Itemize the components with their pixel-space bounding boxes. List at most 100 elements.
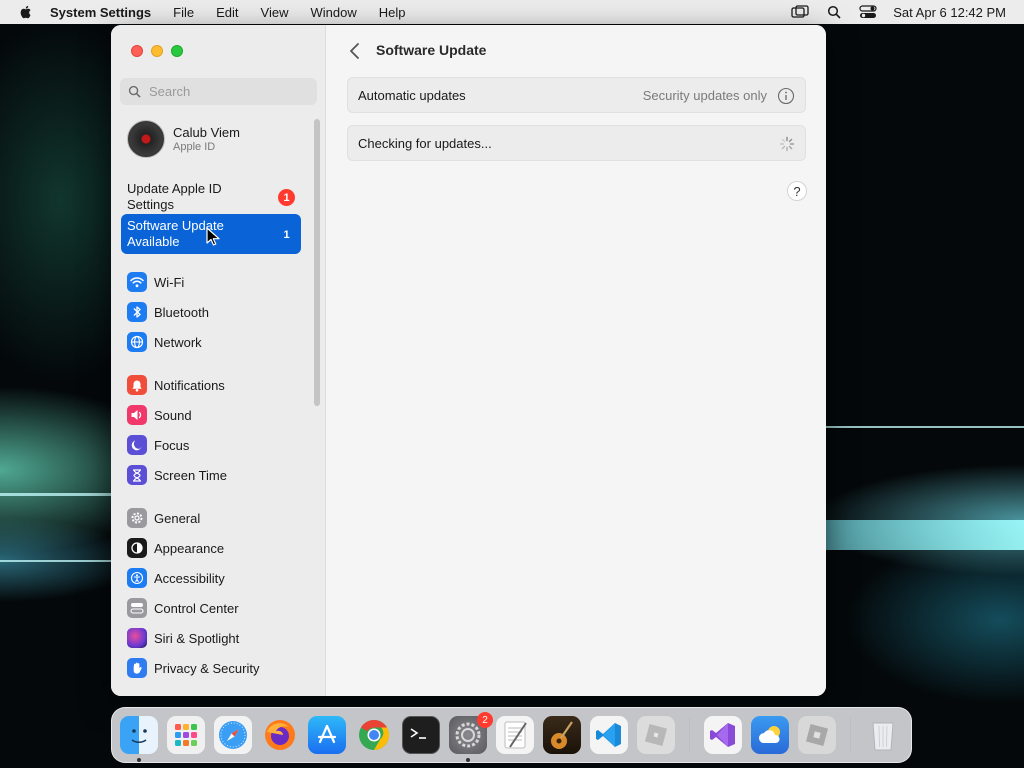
sidebar: Search Calub Viem Apple ID Update Apple … [111,25,326,696]
app-store-icon[interactable] [308,716,346,754]
control-center-icon [127,598,147,618]
menu-bar-clock[interactable]: Sat Apr 6 12:42 PM [893,5,1006,20]
visual-studio-icon[interactable] [704,716,742,754]
menu-app-name[interactable]: System Settings [50,5,151,20]
sidebar-item-label: Sound [154,407,192,423]
notification-badge: 1 [283,228,290,241]
page-title: Software Update [376,42,487,58]
spotlight-search-icon[interactable] [825,4,843,20]
sidebar-item-label: Control Center [154,600,239,616]
script-editor-icon[interactable] [496,716,534,754]
bluetooth-icon [127,302,147,322]
sidebar-item-privacy-security[interactable]: Privacy & Security [127,656,259,680]
notice-label: Software Update Available [127,218,224,249]
globe-icon [127,332,147,352]
sidebar-item-label: Appearance [154,540,225,556]
sidebar-item-label: Network [154,334,202,350]
accessibility-icon [127,568,147,588]
weather-icon[interactable] [751,716,789,754]
help-button[interactable]: ? [787,181,807,201]
notice-label: Update Apple ID Settings [127,181,222,212]
account-name: Calub Viem [173,125,240,140]
menu-edit[interactable]: Edit [216,5,238,20]
notification-badge: 1 [278,189,295,206]
automatic-updates-label: Automatic updates [358,87,466,103]
guitar-icon[interactable] [543,716,581,754]
wallpaper-streak [826,520,1024,550]
sidebar-item-label: Bluetooth [154,304,209,320]
dock-separator [689,718,690,752]
sidebar-scrollbar[interactable] [314,119,320,406]
launchpad-icon[interactable] [167,716,205,754]
wallpaper-streak [826,426,1024,428]
sidebar-item-wifi[interactable]: Wi-Fi [127,270,184,294]
sidebar-item-label: General [154,510,201,526]
dock: 2 [111,707,912,763]
dock-badge: 2 [477,712,493,728]
menu-file[interactable]: File [173,5,194,20]
apple-id-account[interactable]: Calub Viem Apple ID [127,120,240,158]
sidebar-item-label: Privacy & Security [154,660,260,676]
account-subtitle: Apple ID [173,141,216,153]
hourglass-icon [127,465,147,485]
sidebar-item-label: Accessibility [154,570,225,586]
sidebar-item-control-center[interactable]: Control Center [127,596,239,620]
hand-icon [127,658,147,678]
sidebar-item-label: Siri & Spotlight [154,630,240,646]
avatar [127,120,165,158]
automatic-updates-row[interactable]: Automatic updates Security updates only [347,77,806,113]
sidebar-search-field[interactable]: Search [120,78,317,105]
sidebar-item-label: Wi-Fi [154,274,185,290]
search-placeholder: Search [149,84,191,99]
checking-status-label: Checking for updates... [358,135,492,151]
close-window-button[interactable] [131,45,143,57]
info-icon[interactable] [777,87,795,105]
sidebar-item-accessibility[interactable]: Accessibility [127,566,225,590]
sidebar-item-network[interactable]: Network [127,330,202,354]
trash-icon[interactable] [864,716,902,754]
roblox-icon[interactable] [637,716,675,754]
menu-bar: System Settings File Edit View Window He… [0,0,1024,24]
sidebar-item-update-apple-id-settings[interactable]: Update Apple ID Settings 1 [121,177,301,217]
menu-help[interactable]: Help [379,5,406,20]
firefox-icon[interactable] [261,716,299,754]
sidebar-item-focus[interactable]: Focus [127,433,189,457]
main-content: Software Update Automatic updates Securi… [327,25,826,696]
zoom-window-button[interactable] [171,45,183,57]
chrome-icon[interactable] [355,716,393,754]
automatic-updates-value: Security updates only [642,87,767,103]
control-center-icon[interactable] [859,4,877,20]
sidebar-item-label: Focus [154,437,190,453]
safari-icon[interactable] [214,716,252,754]
search-icon [128,85,141,98]
minimize-window-button[interactable] [151,45,163,57]
sidebar-item-screen-time[interactable]: Screen Time [127,463,227,487]
mouse-pointer-icon [206,227,220,246]
sidebar-item-bluetooth[interactable]: Bluetooth [127,300,209,324]
roblox-studio-icon[interactable] [798,716,836,754]
bell-icon [127,375,147,395]
terminal-icon[interactable] [402,716,440,754]
appearance-icon [127,538,147,558]
apple-logo-icon[interactable] [18,4,34,20]
sidebar-item-siri-spotlight[interactable]: Siri & Spotlight [127,626,239,650]
sidebar-item-general[interactable]: General [127,506,200,530]
back-chevron-icon[interactable] [347,41,363,61]
gear-icon [127,508,147,528]
menu-view[interactable]: View [261,5,289,20]
moon-icon [127,435,147,455]
sidebar-item-sound[interactable]: Sound [127,403,192,427]
finder-icon[interactable] [120,716,158,754]
menu-window[interactable]: Window [310,5,356,20]
sidebar-item-notifications[interactable]: Notifications [127,373,225,397]
screen-mirroring-icon[interactable] [791,4,809,20]
wifi-icon [127,272,147,292]
vscode-icon[interactable] [590,716,628,754]
system-settings-icon[interactable]: 2 [449,712,493,754]
sidebar-item-label: Notifications [154,377,225,393]
checking-for-updates-row: Checking for updates... [347,125,806,161]
system-settings-window: Search Calub Viem Apple ID Update Apple … [111,25,826,696]
running-indicator [466,758,470,762]
sidebar-item-appearance[interactable]: Appearance [127,536,224,560]
spinner-icon [779,136,795,152]
